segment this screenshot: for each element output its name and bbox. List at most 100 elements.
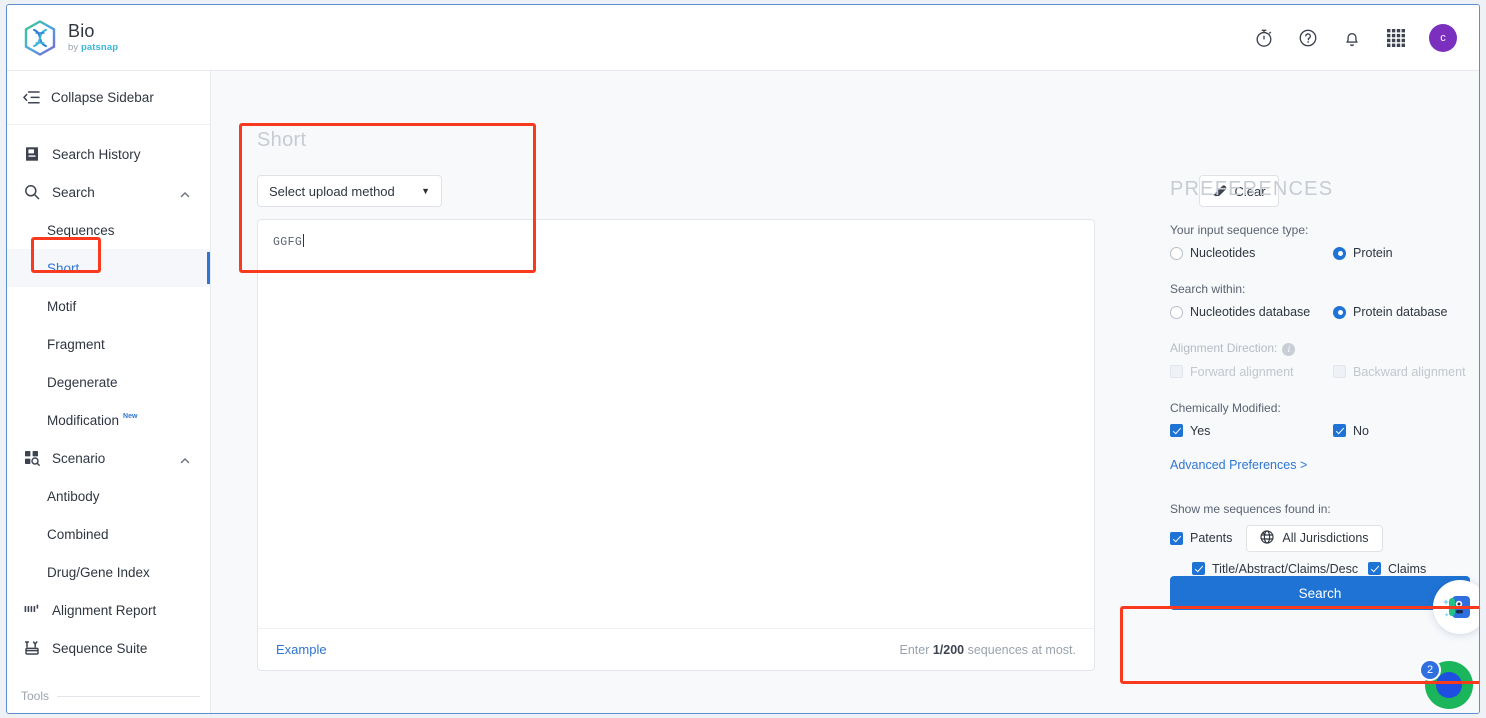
checkbox-icon-checked xyxy=(1368,562,1381,575)
sidebar-item-combined[interactable]: Combined xyxy=(7,515,210,553)
sequence-input-value[interactable]: GGFG xyxy=(273,234,305,249)
radio-protein-database[interactable]: Protein database xyxy=(1333,305,1448,319)
example-link[interactable]: Example xyxy=(276,642,327,657)
limit-suffix: sequences at most. xyxy=(964,642,1076,657)
top-bar: Bio by patsnap c xyxy=(7,5,1479,71)
sidebar-item-search-history[interactable]: Search History xyxy=(7,135,210,173)
bell-icon[interactable] xyxy=(1341,27,1363,49)
checkbox-chem-yes[interactable]: Yes xyxy=(1170,424,1333,438)
checkbox-icon-checked xyxy=(1170,531,1183,545)
alignment-direction-group: Alignment Direction: i Forward alignment … xyxy=(1170,341,1479,379)
sidebar-item-label: Motif xyxy=(47,298,77,314)
sidebar-item-drug-gene-index[interactable]: Drug/Gene Index xyxy=(7,553,210,591)
chevron-up-icon[interactable] xyxy=(180,187,190,198)
editor-footer: Example Enter 1/200 sequences at most. xyxy=(258,628,1094,670)
top-bar-actions: c xyxy=(1253,23,1457,52)
apps-grid-icon[interactable] xyxy=(1385,27,1407,49)
radio-icon-selected xyxy=(1333,246,1346,260)
limit-prefix: Enter xyxy=(899,642,933,657)
checkbox-label: Backward alignment xyxy=(1353,364,1466,379)
radio-label: Protein database xyxy=(1353,305,1448,319)
brand-by-prefix: by xyxy=(68,42,81,54)
radio-icon xyxy=(1170,305,1183,319)
sidebar-item-fragment[interactable]: Fragment xyxy=(7,325,210,363)
brand-logo[interactable]: Bio by patsnap xyxy=(23,19,118,56)
brand-name: Bio xyxy=(68,21,95,42)
checkbox-forward-alignment: Forward alignment xyxy=(1170,365,1333,379)
timer-icon[interactable] xyxy=(1253,27,1275,49)
sequence-limit-text: Enter 1/200 sequences at most. xyxy=(899,643,1076,657)
sidebar-item-label: Sequence Suite xyxy=(52,640,148,656)
help-icon[interactable] xyxy=(1297,27,1319,49)
sidebar-item-label: Search History xyxy=(52,146,141,162)
fab-core-icon xyxy=(1436,672,1462,698)
page-title: Short xyxy=(257,129,307,151)
radio-nucleotides[interactable]: Nucleotides xyxy=(1170,246,1333,260)
sidebar-item-modification[interactable]: Modification New xyxy=(7,401,210,439)
sidebar-item-motif[interactable]: Motif xyxy=(7,287,210,325)
input-sequence-type-group: Your input sequence type: Nucleotides Pr… xyxy=(1170,223,1479,260)
search-within-group: Search within: Nucleotides database Prot… xyxy=(1170,282,1479,319)
radio-icon xyxy=(1170,246,1183,260)
search-button[interactable]: Search xyxy=(1170,576,1470,610)
alignment-direction-text: Alignment Direction: xyxy=(1170,341,1278,355)
upload-method-label: Select upload method xyxy=(269,183,395,199)
radio-nucleotides-database[interactable]: Nucleotides database xyxy=(1170,305,1333,319)
avatar[interactable]: c xyxy=(1429,23,1457,52)
fab-badge: 2 xyxy=(1419,659,1441,681)
text-cursor xyxy=(303,234,305,247)
globe-icon xyxy=(1260,529,1274,547)
all-jurisdictions-label: All Jurisdictions xyxy=(1282,531,1369,545)
search-within-label: Search within: xyxy=(1170,282,1246,296)
sidebar-item-degenerate[interactable]: Degenerate xyxy=(7,363,210,401)
sidebar-item-label: Alignment Report xyxy=(52,602,157,618)
input-sequence-type-label: Your input sequence type: xyxy=(1170,223,1309,237)
sidebar-tools-section: Tools xyxy=(7,689,210,703)
sidebar-item-short[interactable]: Short xyxy=(7,249,210,287)
chevron-up-icon[interactable] xyxy=(180,453,190,464)
checkbox-icon-checked xyxy=(1170,424,1183,437)
sidebar-item-label: Drug/Gene Index xyxy=(47,564,150,580)
advanced-preferences-link[interactable]: Advanced Preferences > xyxy=(1170,458,1479,472)
sidebar-item-label: Sequences xyxy=(47,222,115,238)
sequence-editor[interactable]: GGFG Example Enter 1/200 sequences at mo… xyxy=(257,219,1095,671)
sidebar-item-scenario[interactable]: Scenario xyxy=(7,439,210,477)
checkbox-label: Claims xyxy=(1388,561,1427,576)
sidebar-item-label: Combined xyxy=(47,526,109,542)
sidebar-item-search[interactable]: Search xyxy=(7,173,210,211)
sidebar-item-label: Antibody xyxy=(47,488,100,504)
sidebar-nav: Search History Search Sequences Short Mo… xyxy=(7,125,210,667)
sidebar-item-label: Fragment xyxy=(47,336,105,352)
assistant-widget[interactable] xyxy=(1433,580,1479,634)
radio-protein[interactable]: Protein xyxy=(1333,246,1393,260)
checkbox-label: No xyxy=(1353,423,1369,438)
collapse-sidebar-icon xyxy=(23,89,40,106)
checkbox-title-abstract-claims-desc[interactable]: Title/Abstract/Claims/Desc xyxy=(1192,562,1368,576)
brand-byline: by patsnap xyxy=(68,43,118,53)
sidebar-item-alignment-report[interactable]: Alignment Report xyxy=(7,591,210,629)
sidebar-item-label: Modification xyxy=(47,412,120,428)
info-icon[interactable]: i xyxy=(1282,342,1296,356)
checkbox-icon-disabled xyxy=(1333,365,1346,378)
sidebar-item-sequences[interactable]: Sequences xyxy=(7,211,210,249)
checkbox-icon-checked xyxy=(1192,562,1205,575)
search-icon xyxy=(23,184,40,201)
checkbox-chem-no[interactable]: No xyxy=(1333,424,1369,438)
checkbox-claims[interactable]: Claims xyxy=(1368,562,1426,576)
divider xyxy=(57,695,200,697)
sidebar-item-label: Search xyxy=(52,184,95,200)
sequence-input-text: GGFG xyxy=(273,236,303,249)
checkbox-patents[interactable]: Patents xyxy=(1170,531,1232,545)
alignment-direction-label: Alignment Direction: i xyxy=(1170,341,1479,356)
sidebar-item-label: Short xyxy=(47,260,80,276)
collapse-sidebar-label: Collapse Sidebar xyxy=(51,90,154,105)
sidebar-item-antibody[interactable]: Antibody xyxy=(7,477,210,515)
checkbox-icon-checked xyxy=(1333,424,1346,437)
alignment-icon xyxy=(23,602,40,619)
chemically-modified-label: Chemically Modified: xyxy=(1170,400,1281,415)
upload-method-select[interactable]: Select upload method ▼ xyxy=(257,175,442,207)
collapse-sidebar-button[interactable]: Collapse Sidebar xyxy=(7,71,210,125)
checkbox-backward-alignment: Backward alignment xyxy=(1333,365,1466,379)
all-jurisdictions-button[interactable]: All Jurisdictions xyxy=(1246,524,1383,552)
sidebar-item-sequence-suite[interactable]: Sequence Suite xyxy=(7,629,210,667)
